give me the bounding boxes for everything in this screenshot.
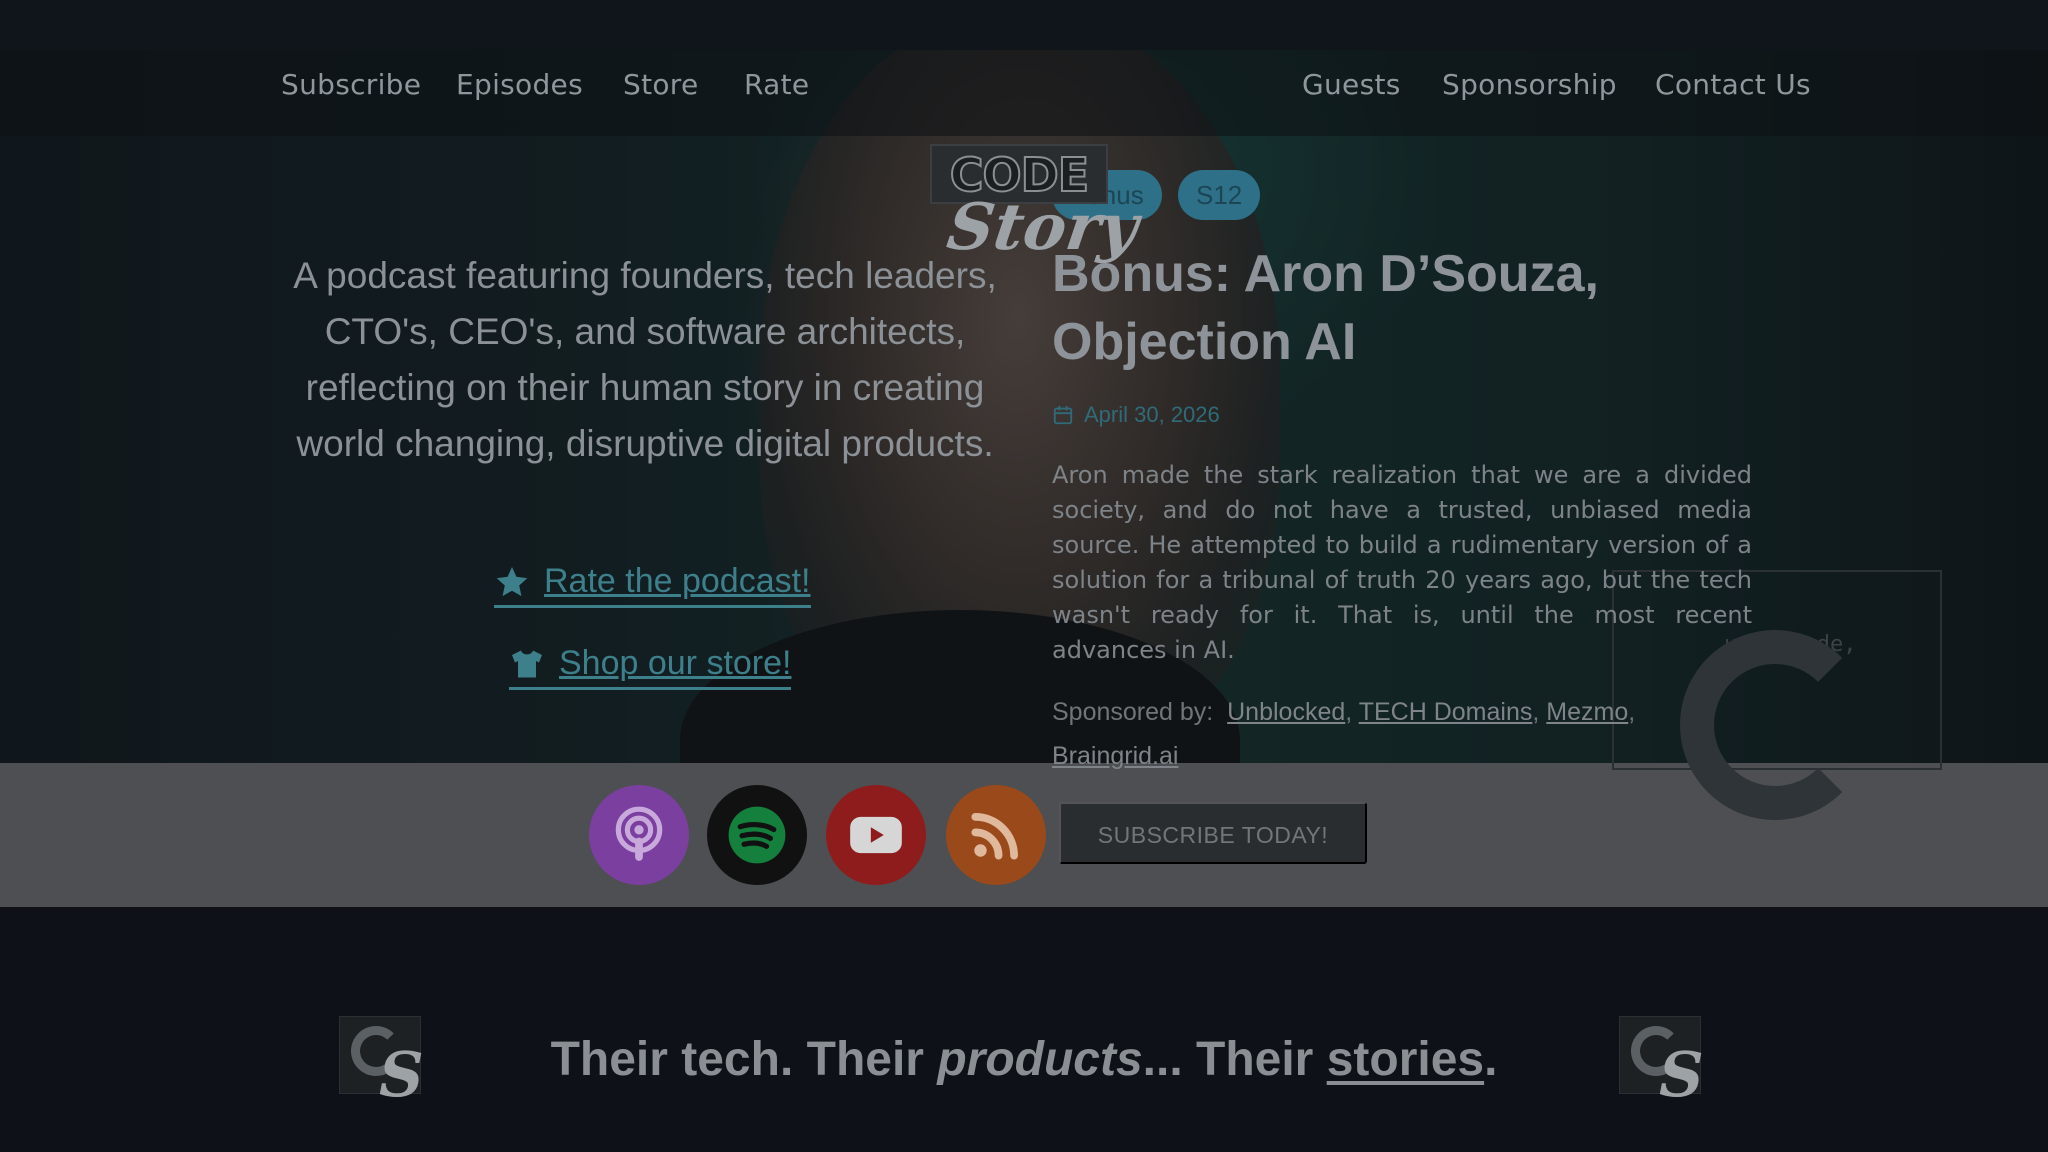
shop-store-label: Shop our store! [559,644,792,682]
sponsored-by-label: Sponsored by: [1052,698,1214,726]
nav-sponsorship[interactable]: Sponsorship [1442,68,1617,101]
top-strip [0,0,2048,50]
motto-stories-link[interactable]: stories [1327,1033,1484,1086]
shop-store-link[interactable]: Shop our store! [509,644,792,690]
spotify-icon [728,806,786,864]
nav-store[interactable]: Store [623,68,699,101]
episode-date-text: April 30, 2026 [1084,402,1220,427]
footer [0,907,2048,1152]
nav-rate[interactable]: Rate [744,68,809,101]
rate-podcast-label: Rate the podcast! [544,562,811,600]
site-logo[interactable]: CODE Story [930,144,1143,265]
nav-guests[interactable]: Guests [1302,68,1401,101]
sponsor-link-unblocked[interactable]: Unblocked [1227,698,1345,726]
motto-end: . [1484,1033,1498,1086]
sponsor-link-tech-domains[interactable]: TECH Domains [1359,698,1533,726]
episode-date: April 30, 2026 [1052,402,1220,428]
youtube-icon [850,816,902,854]
tshirt-icon [512,650,542,677]
nav-subscribe[interactable]: Subscribe [281,68,421,101]
sponsors-line: Sponsored by: Unblocked, TECH Domains, M… [1052,698,1636,770]
podcast-tagline: A podcast featuring founders, tech leade… [293,255,997,464]
main-nav: Subscribe Episodes Store Rate Guests Spo… [0,50,2048,136]
motto-part1: Their tech. Their [550,1033,938,1086]
calendar-icon [1053,405,1073,425]
nav-contact-us[interactable]: Contact Us [1655,68,1811,101]
footer-motto: Their tech. Their products... Their stor… [0,1032,2048,1087]
episode-title[interactable]: Bonus: Aron D’Souza, Objection AI [1052,240,1772,376]
apple-podcasts-button[interactable] [589,785,689,885]
spotify-button[interactable] [707,785,807,885]
sponsor-link-mezmo[interactable]: Mezmo [1546,698,1628,726]
nav-episodes[interactable]: Episodes [456,68,583,101]
subscribe-today-button[interactable]: SUBSCRIBE TODAY! [1059,802,1367,864]
rss-icon [971,813,1018,860]
rate-podcast-link[interactable]: Rate the podcast! [494,562,811,608]
motto-part2: ... Their [1142,1033,1327,1086]
sponsor-link-braingrid[interactable]: Braingrid.ai [1052,742,1178,770]
badge-season[interactable]: S12 [1178,170,1261,220]
star-icon [496,566,528,596]
rss-button[interactable] [946,785,1046,885]
podcast-icon [615,806,663,861]
youtube-button[interactable] [826,785,926,885]
episode-description: Aron made the stark realization that we … [1052,461,1752,664]
motto-products: products [937,1033,1143,1086]
